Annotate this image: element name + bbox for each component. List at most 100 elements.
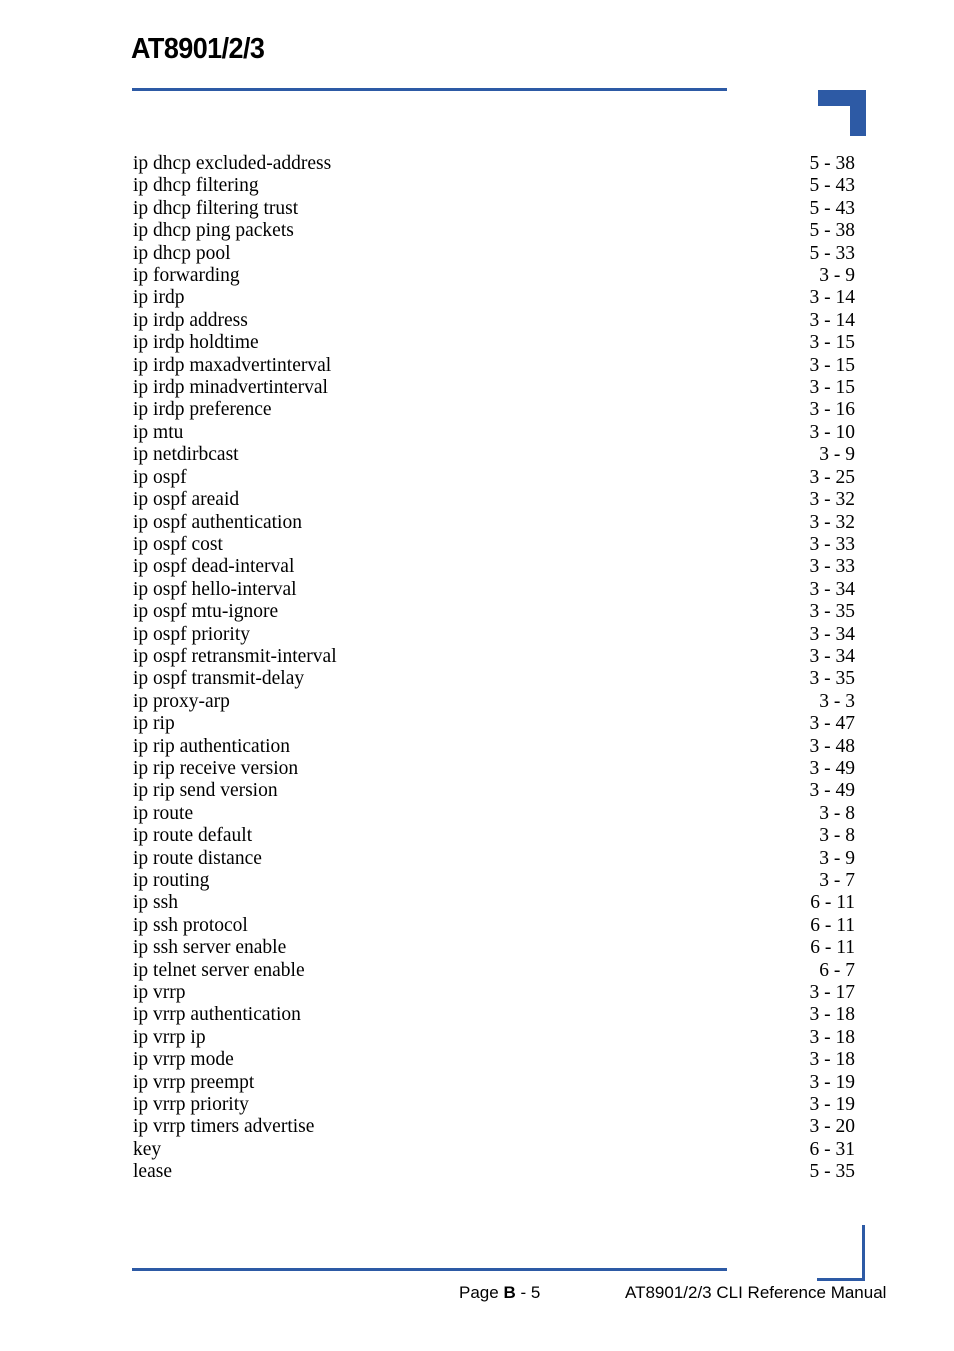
index-entry[interactable]: ip irdp preference 3 - 16 bbox=[133, 399, 855, 421]
index-entry[interactable]: ip rip receive version 3 - 49 bbox=[133, 758, 855, 780]
page-footer: Page B - 5 AT8901/2/3 CLI Reference Manu… bbox=[0, 1230, 954, 1351]
index-entry[interactable]: key 6 - 31 bbox=[133, 1139, 855, 1161]
index-entry-page-reference: 6 - 11 bbox=[810, 937, 855, 959]
index-entry-page-reference: 6 - 7 bbox=[819, 959, 855, 981]
index-entry-list: ip dhcp excluded-address 5 - 38 ip dhcp fi… bbox=[133, 153, 855, 1184]
footer-manual-title: AT8901/2/3 CLI Reference Manual bbox=[625, 1283, 887, 1302]
index-entry-page-reference: 6 - 31 bbox=[809, 1138, 856, 1160]
page-header: AT8901/2/3 bbox=[0, 0, 954, 150]
index-entry[interactable]: ip rip 3 - 47 bbox=[133, 713, 855, 735]
index-entry[interactable]: ip ospf dead-interval 3 - 33 bbox=[133, 556, 855, 578]
index-entry[interactable]: ip irdp holdtime 3 - 15 bbox=[133, 332, 855, 354]
index-entry-page-reference: 3 - 15 bbox=[809, 332, 856, 354]
index-entry-term: ip ssh server enable bbox=[133, 937, 287, 959]
index-entry[interactable]: ip ospf 3 - 25 bbox=[133, 467, 855, 489]
index-entry-page-reference: 3 - 33 bbox=[809, 556, 856, 578]
index-entry-page-reference: 3 - 19 bbox=[809, 1071, 856, 1093]
index-entry-term: ip ospf transmit-delay bbox=[133, 668, 305, 690]
index-entry[interactable]: ip route 3 - 8 bbox=[133, 803, 855, 825]
index-entry[interactable]: ip vrrp preempt 3 - 19 bbox=[133, 1072, 855, 1094]
index-entry-page-reference: 3 - 9 bbox=[819, 444, 855, 466]
index-entry-page-reference: 3 - 7 bbox=[819, 870, 855, 891]
index-entry-page-reference: 3 - 35 bbox=[809, 601, 856, 623]
index-entry[interactable]: ip rip send version 3 - 49 bbox=[133, 780, 855, 802]
index-entry[interactable]: ip ospf areaid 3 - 32 bbox=[133, 489, 855, 511]
index-entry[interactable]: ip dhcp ping packets 5 - 38 bbox=[133, 220, 855, 242]
index-entry-term: ip irdp bbox=[133, 287, 185, 309]
footer-corner-horizontal-bar bbox=[817, 1278, 865, 1281]
index-entry[interactable]: ip ospf transmit-delay 3 - 35 bbox=[133, 668, 855, 690]
index-entry[interactable]: ip vrrp ip 3 - 18 bbox=[133, 1027, 855, 1049]
footer-page-chapter: B bbox=[503, 1283, 516, 1302]
index-entry[interactable]: ip route default 3 - 8 bbox=[133, 825, 855, 847]
index-entry[interactable]: ip dhcp filtering 5 - 43 bbox=[133, 175, 855, 197]
index-entry-term: ip ospf areaid bbox=[133, 489, 240, 511]
index-entry[interactable]: ip irdp address 3 - 14 bbox=[133, 310, 855, 332]
index-entry-term: ip irdp holdtime bbox=[133, 332, 259, 354]
index-entry-page-reference: 3 - 33 bbox=[809, 533, 856, 555]
index-entry[interactable]: ip routing 3 - 7 bbox=[133, 870, 855, 892]
index-entry[interactable]: ip irdp minadvertinterval 3 - 15 bbox=[133, 377, 855, 399]
index-entry[interactable]: lease 5 - 35 bbox=[133, 1161, 855, 1183]
index-entry-term: ip vrrp timers advertise bbox=[133, 1116, 315, 1138]
header-divider-rule bbox=[132, 88, 727, 91]
index-entry-page-reference: 3 - 10 bbox=[809, 421, 856, 443]
index-entry[interactable]: ip ospf retransmit-interval 3 - 34 bbox=[133, 646, 855, 668]
index-entry-term: key bbox=[133, 1138, 162, 1160]
index-entry-page-reference: 5 - 33 bbox=[809, 242, 856, 264]
index-entry-page-reference: 3 - 15 bbox=[809, 354, 856, 376]
index-entry[interactable]: ip forwarding 3 - 9 bbox=[133, 265, 855, 287]
index-entry[interactable]: ip ssh 6 - 11 bbox=[133, 892, 855, 914]
index-entry[interactable]: ip ssh server enable 6 - 11 bbox=[133, 937, 855, 959]
index-entry[interactable]: ip ospf hello-interval 3 - 34 bbox=[133, 579, 855, 601]
index-entry[interactable]: ip netdirbcast 3 - 9 bbox=[133, 444, 855, 466]
index-entry-term: ip irdp address bbox=[133, 309, 248, 331]
index-entry-page-reference: 3 - 9 bbox=[819, 847, 855, 869]
index-entry-term: ip irdp maxadvertinterval bbox=[133, 354, 332, 376]
index-entry[interactable]: ip ospf authentication 3 - 32 bbox=[133, 512, 855, 534]
index-entry-page-reference: 3 - 8 bbox=[819, 802, 855, 824]
index-entry-term: lease bbox=[133, 1161, 172, 1183]
footer-corner-bracket-icon bbox=[817, 1225, 865, 1281]
index-entry[interactable]: ip telnet server enable 6 - 7 bbox=[133, 960, 855, 982]
index-entry-term: ip forwarding bbox=[133, 265, 240, 287]
index-entry[interactable]: ip irdp maxadvertinterval 3 - 15 bbox=[133, 355, 855, 377]
index-entry-term: ip dhcp excluded-address bbox=[133, 153, 332, 174]
index-entry[interactable]: ip irdp 3 - 14 bbox=[133, 287, 855, 309]
index-entry-term: ip irdp minadvertinterval bbox=[133, 377, 328, 399]
index-entry[interactable]: ip vrrp priority 3 - 19 bbox=[133, 1094, 855, 1116]
index-entry[interactable]: ip ospf cost 3 - 33 bbox=[133, 534, 855, 556]
index-entry-term: ip routing bbox=[133, 870, 210, 891]
index-entry-page-reference: 5 - 35 bbox=[809, 1161, 856, 1183]
index-entry-page-reference: 5 - 38 bbox=[809, 153, 856, 174]
index-entry[interactable]: ip ospf priority 3 - 34 bbox=[133, 624, 855, 646]
index-entry-term: ip vrrp priority bbox=[133, 1094, 249, 1116]
index-entry[interactable]: ip dhcp pool 5 - 33 bbox=[133, 243, 855, 265]
index-entry-term: ip dhcp filtering bbox=[133, 175, 259, 197]
index-entry-term: ip ospf authentication bbox=[133, 511, 302, 533]
index-entry-page-reference: 3 - 48 bbox=[809, 735, 856, 757]
index-entry[interactable]: ip vrrp 3 - 17 bbox=[133, 982, 855, 1004]
index-entry-term: ip ospf priority bbox=[133, 623, 250, 645]
index-entry[interactable]: ip vrrp authentication 3 - 18 bbox=[133, 1004, 855, 1026]
index-entry[interactable]: ip dhcp excluded-address 5 - 38 bbox=[133, 153, 855, 175]
index-entry[interactable]: ip ssh protocol 6 - 11 bbox=[133, 915, 855, 937]
index-entry[interactable]: ip vrrp mode 3 - 18 bbox=[133, 1049, 855, 1071]
index-entry-term: ip dhcp filtering trust bbox=[133, 197, 299, 219]
index-entry-term: ip route bbox=[133, 802, 194, 824]
index-entry-page-reference: 3 - 8 bbox=[819, 825, 855, 847]
index-entry[interactable]: ip mtu 3 - 10 bbox=[133, 422, 855, 444]
index-entry-term: ip rip send version bbox=[133, 780, 278, 802]
index-entry[interactable]: ip ospf mtu-ignore 3 - 35 bbox=[133, 601, 855, 623]
index-entry[interactable]: ip route distance 3 - 9 bbox=[133, 848, 855, 870]
index-entry[interactable]: ip proxy-arp 3 - 3 bbox=[133, 691, 855, 713]
index-entry[interactable]: ip vrrp timers advertise 3 - 20 bbox=[133, 1116, 855, 1138]
index-entry-page-reference: 3 - 34 bbox=[809, 578, 856, 600]
index-entry[interactable]: ip dhcp filtering trust 5 - 43 bbox=[133, 198, 855, 220]
index-entry-page-reference: 5 - 43 bbox=[809, 175, 856, 197]
index-entry-term: ip route default bbox=[133, 825, 253, 847]
index-entry-term: ip vrrp mode bbox=[133, 1049, 234, 1071]
index-entry-page-reference: 3 - 32 bbox=[809, 489, 856, 511]
index-entry[interactable]: ip rip authentication 3 - 48 bbox=[133, 736, 855, 758]
index-entry-page-reference: 3 - 32 bbox=[809, 511, 856, 533]
